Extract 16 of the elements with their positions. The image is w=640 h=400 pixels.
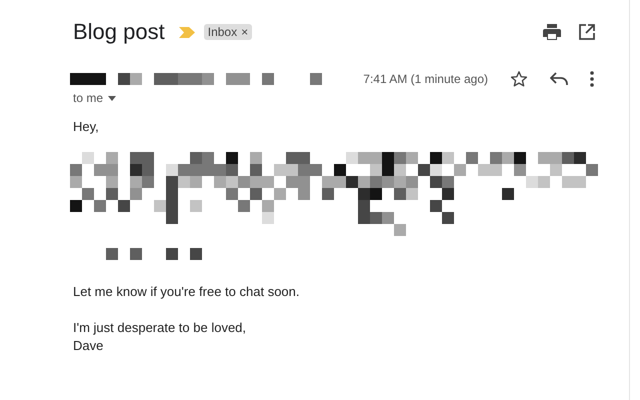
reply-icon[interactable] bbox=[550, 72, 568, 86]
closing-text: Dave bbox=[73, 337, 104, 355]
star-icon[interactable] bbox=[510, 70, 528, 88]
remove-label-button[interactable]: × bbox=[241, 25, 248, 39]
email-subject: Blog post bbox=[73, 19, 165, 45]
importance-marker-icon[interactable] bbox=[178, 26, 195, 38]
message-time: 7:41 AM (1 minute ago) bbox=[363, 72, 488, 86]
open-in-new-window-icon[interactable] bbox=[579, 24, 595, 40]
closing-text: I'm just desperate to be loved, bbox=[73, 319, 248, 337]
print-icon[interactable] bbox=[543, 24, 561, 40]
recipient-dropdown[interactable]: to me bbox=[73, 91, 116, 105]
caret-icon bbox=[108, 96, 116, 100]
greeting-text: Hey, bbox=[73, 119, 100, 134]
more-options-icon[interactable] bbox=[590, 71, 594, 87]
body-text: Let me know if you're free to chat soon. bbox=[73, 284, 300, 299]
label-text: Inbox bbox=[208, 25, 238, 39]
